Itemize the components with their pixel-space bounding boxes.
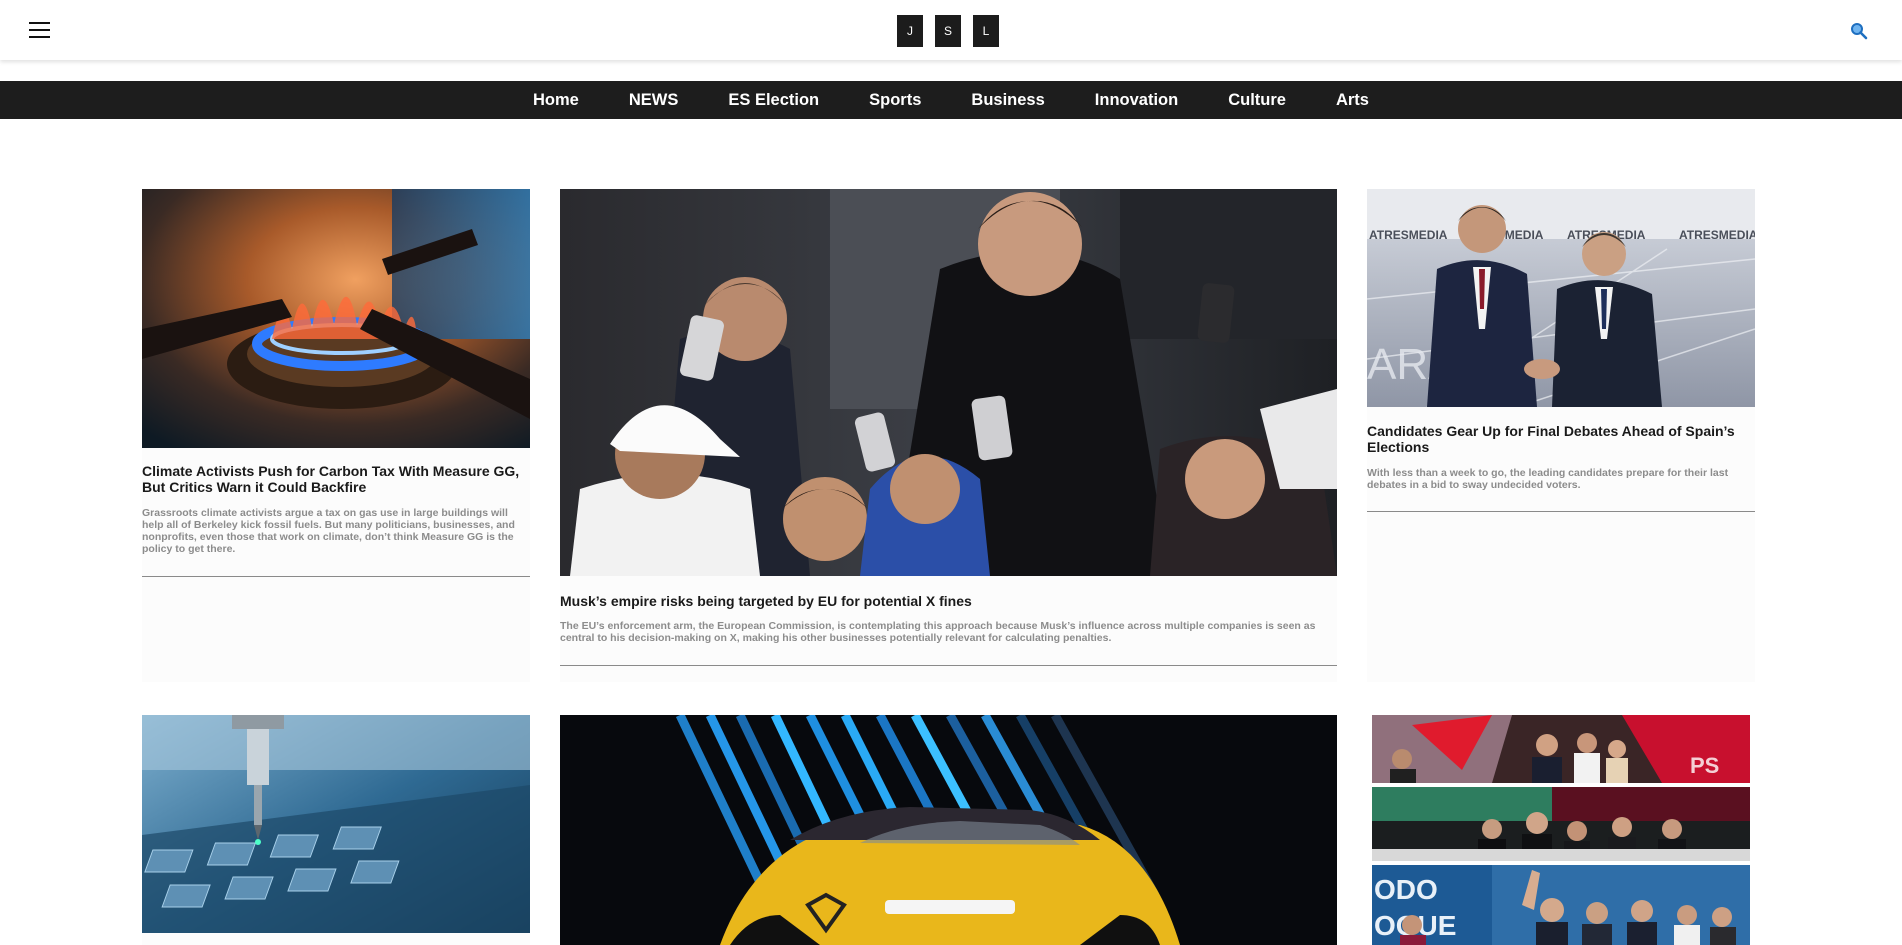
article-card-election-photos[interactable]: PS ODO (1367, 715, 1755, 945)
nav-item-home[interactable]: Home (533, 91, 579, 110)
yellow-car-image[interactable] (560, 715, 1337, 945)
party-celebration-image[interactable]: PS (1372, 715, 1750, 783)
nav-item-news[interactable]: NEWS (629, 91, 679, 110)
gas-stove-burner-image[interactable] (142, 189, 530, 448)
top-header: J S L (0, 0, 1902, 60)
article-title[interactable]: Candidates Gear Up for Final Debates Ahe… (1367, 423, 1755, 455)
article-card-chip[interactable] (142, 715, 530, 945)
svg-text:ODO: ODO (1374, 874, 1438, 905)
party-balcony-image[interactable] (1372, 787, 1750, 861)
article-card-musk[interactable]: Musk’s empire risks being targeted by EU… (560, 189, 1337, 682)
divider (560, 665, 1337, 666)
article-summary: With less than a week to go, the leading… (1367, 467, 1729, 491)
logo-letter-s: S (935, 15, 961, 47)
article-summary: Grassroots climate activists argue a tax… (142, 507, 515, 555)
article-title[interactable]: Climate Activists Push for Carbon Tax Wi… (142, 463, 530, 495)
nav-item-business[interactable]: Business (971, 91, 1044, 110)
site-logo[interactable]: J S L (897, 15, 999, 47)
hamburger-menu-icon[interactable] (29, 22, 50, 38)
article-summary: The EU’s enforcement arm, the European C… (560, 620, 1316, 644)
divider (142, 576, 530, 577)
backdrop-text: ATRESMEDIA (1679, 228, 1755, 242)
nav-item-innovation[interactable]: Innovation (1095, 91, 1178, 110)
circuit-board-machine-image[interactable] (142, 715, 530, 933)
logo-letter-l: L (973, 15, 999, 47)
page: J S L Home NEWS ES Election Sports Busin… (0, 0, 1902, 945)
article-card-carbon-tax[interactable]: Climate Activists Push for Carbon Tax Wi… (142, 189, 530, 682)
party-rally-image[interactable]: ODO OQUE (1372, 865, 1750, 945)
candidates-handshake-image[interactable]: ATRESMEDIA ATRESMEDIA ATRESMEDIA ATRESME… (1367, 189, 1755, 407)
crowd-selfie-image[interactable] (560, 189, 1337, 576)
nav-item-arts[interactable]: Arts (1336, 91, 1369, 110)
backdrop-text: ATRESMEDIA (1369, 228, 1448, 242)
nav-item-culture[interactable]: Culture (1228, 91, 1286, 110)
article-title[interactable]: Musk’s empire risks being targeted by EU… (560, 593, 1337, 609)
main-nav: Home NEWS ES Election Sports Business In… (0, 81, 1902, 119)
nav-item-sports[interactable]: Sports (869, 91, 921, 110)
logo-letter-j: J (897, 15, 923, 47)
search-icon[interactable] (1850, 22, 1868, 40)
article-card-car[interactable] (560, 715, 1337, 945)
svg-text:PS: PS (1690, 753, 1719, 778)
nav-item-es-election[interactable]: ES Election (728, 91, 819, 110)
article-card-spain-debates[interactable]: ATRESMEDIA ATRESMEDIA ATRESMEDIA ATRESME… (1367, 189, 1755, 682)
divider (1367, 511, 1755, 512)
